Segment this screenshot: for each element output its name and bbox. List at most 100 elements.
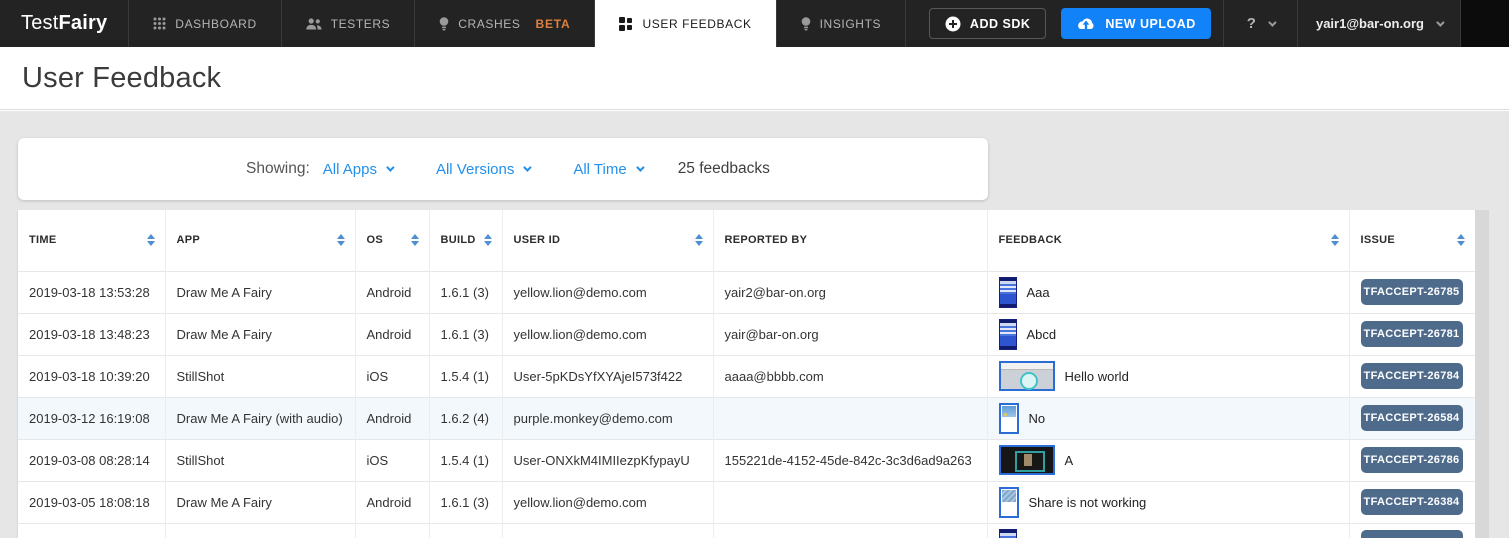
cell-feedback: A bbox=[987, 439, 1349, 481]
cell-feedback: No bbox=[987, 397, 1349, 439]
issue-badge[interactable] bbox=[1361, 530, 1463, 538]
nav-item-dashboard[interactable]: DASHBOARD bbox=[128, 0, 280, 47]
feedback-screenshot-thumbnail[interactable] bbox=[999, 487, 1019, 518]
cell-reported-by bbox=[713, 481, 987, 523]
time-filter-dropdown[interactable]: All Time bbox=[573, 161, 641, 178]
nav-item-user-feedback[interactable]: USER FEEDBACK bbox=[594, 0, 775, 47]
chevron-down-icon bbox=[1436, 18, 1444, 26]
column-header-issue[interactable]: ISSUE bbox=[1349, 210, 1475, 271]
column-header-app[interactable]: APP bbox=[165, 210, 355, 271]
issue-badge[interactable]: TFACCEPT-26784 bbox=[1361, 363, 1463, 389]
cell-os: iOS bbox=[355, 355, 429, 397]
issue-badge[interactable]: TFACCEPT-26786 bbox=[1361, 447, 1463, 473]
squares-icon bbox=[619, 17, 633, 31]
user-email: yair1@bar-on.org bbox=[1316, 16, 1424, 31]
chevron-down-icon bbox=[386, 163, 394, 171]
nav-item-label: TESTERS bbox=[331, 17, 391, 31]
table-row[interactable]: 2019-03-18 13:48:23 Draw Me A Fairy Andr… bbox=[18, 313, 1475, 355]
nav-item-label: USER FEEDBACK bbox=[642, 17, 751, 31]
user-menu[interactable]: yair1@bar-on.org bbox=[1297, 0, 1460, 47]
cell-app bbox=[165, 523, 355, 538]
chevron-down-icon bbox=[636, 163, 644, 171]
cell-os: Android bbox=[355, 313, 429, 355]
feedback-screenshot-thumbnail[interactable] bbox=[999, 361, 1055, 391]
issue-badge[interactable]: TFACCEPT-26781 bbox=[1361, 321, 1463, 347]
table-row[interactable]: 2019-03-12 16:19:08 Draw Me A Fairy (wit… bbox=[18, 397, 1475, 439]
column-header-time[interactable]: TIME bbox=[18, 210, 165, 271]
nav-item-crashes[interactable]: CRASHES BETA bbox=[414, 0, 594, 47]
feedback-screenshot-thumbnail[interactable] bbox=[999, 403, 1019, 434]
sort-icon[interactable] bbox=[695, 234, 703, 246]
issue-badge[interactable]: TFACCEPT-26785 bbox=[1361, 279, 1463, 305]
column-header-label: TIME bbox=[29, 234, 56, 246]
nav-actions: ADD SDK NEW UPLOAD ? yair1@bar-on.org bbox=[929, 0, 1509, 47]
title-bar: User Feedback bbox=[0, 47, 1509, 110]
nav-item-label: INSIGHTS bbox=[820, 17, 881, 31]
nav-spacer bbox=[906, 0, 929, 47]
apps-filter-dropdown[interactable]: All Apps bbox=[323, 161, 392, 178]
add-sdk-button[interactable]: ADD SDK bbox=[929, 8, 1046, 39]
table-row[interactable]: 2019-03-05 18:08:18 Draw Me A Fairy Andr… bbox=[18, 481, 1475, 523]
cell-user-id: yellow.lion@demo.com bbox=[502, 481, 713, 523]
issue-badge[interactable]: TFACCEPT-26584 bbox=[1361, 405, 1463, 431]
content-area: Showing: All Apps All Versions All Time … bbox=[0, 111, 1509, 538]
new-upload-button[interactable]: NEW UPLOAD bbox=[1061, 8, 1210, 39]
table-row[interactable]: 2019-03-18 10:39:20 StillShot iOS 1.5.4 … bbox=[18, 355, 1475, 397]
cell-os: iOS bbox=[355, 439, 429, 481]
cell-user-id: purple.monkey@demo.com bbox=[502, 397, 713, 439]
feedback-screenshot-thumbnail[interactable] bbox=[999, 529, 1017, 538]
cell-time: 2019-03-18 13:48:23 bbox=[18, 313, 165, 355]
nav-item-testers[interactable]: TESTERS bbox=[281, 0, 415, 47]
cell-reported-by: 155221de-4152-45de-842c-3c3d6ad9a263 bbox=[713, 439, 987, 481]
column-header-user-id[interactable]: USER ID bbox=[502, 210, 713, 271]
sort-icon[interactable] bbox=[1457, 234, 1465, 246]
nav-end-block bbox=[1460, 0, 1509, 47]
column-header-feedback[interactable]: FEEDBACK bbox=[987, 210, 1349, 271]
cell-time: 2019-03-18 13:53:28 bbox=[18, 271, 165, 313]
feedback-screenshot-thumbnail[interactable] bbox=[999, 277, 1017, 308]
bulb-icon bbox=[801, 17, 811, 31]
table-row[interactable] bbox=[18, 523, 1475, 538]
cell-reported-by bbox=[713, 397, 987, 439]
cell-time bbox=[18, 523, 165, 538]
issue-badge[interactable]: TFACCEPT-26384 bbox=[1361, 489, 1463, 515]
sort-icon[interactable] bbox=[1331, 234, 1339, 246]
feedback-table: TIME APP OS BUILD USER ID REPORTED BY FE… bbox=[18, 210, 1475, 538]
table-row[interactable]: 2019-03-18 13:53:28 Draw Me A Fairy Andr… bbox=[18, 271, 1475, 313]
column-header-reported-by[interactable]: REPORTED BY bbox=[713, 210, 987, 271]
cell-user-id: yellow.lion@demo.com bbox=[502, 271, 713, 313]
cell-issue: TFACCEPT-26785 bbox=[1349, 271, 1475, 313]
cell-time: 2019-03-18 10:39:20 bbox=[18, 355, 165, 397]
cell-user-id: yellow.lion@demo.com bbox=[502, 313, 713, 355]
top-nav: TestFairy DASHBOARD TESTERS CRASHES BETA bbox=[0, 0, 1509, 47]
feedback-screenshot-thumbnail[interactable] bbox=[999, 445, 1055, 475]
sort-icon[interactable] bbox=[337, 234, 345, 246]
filter-bar: Showing: All Apps All Versions All Time … bbox=[18, 138, 988, 200]
versions-filter-dropdown[interactable]: All Versions bbox=[436, 161, 529, 178]
cell-feedback: Aaa bbox=[987, 271, 1349, 313]
feedback-table-container: TIME APP OS BUILD USER ID REPORTED BY FE… bbox=[18, 210, 1475, 538]
feedback-count: 25 feedbacks bbox=[678, 160, 770, 178]
column-header-label: APP bbox=[177, 234, 201, 246]
cell-issue: TFACCEPT-26784 bbox=[1349, 355, 1475, 397]
feedback-text: Hello world bbox=[1065, 369, 1129, 384]
sort-icon[interactable] bbox=[484, 234, 492, 246]
column-header-label: BUILD bbox=[441, 234, 476, 246]
nav-item-insights[interactable]: INSIGHTS bbox=[776, 0, 906, 47]
help-menu[interactable]: ? bbox=[1223, 0, 1297, 47]
column-header-build[interactable]: BUILD bbox=[429, 210, 502, 271]
sort-icon[interactable] bbox=[147, 234, 155, 246]
table-scrollbar-track[interactable] bbox=[1475, 210, 1489, 538]
cell-time: 2019-03-12 16:19:08 bbox=[18, 397, 165, 439]
testfairy-logo[interactable]: TestFairy bbox=[0, 0, 128, 47]
feedback-text: A bbox=[1065, 453, 1074, 468]
feedback-screenshot-thumbnail[interactable] bbox=[999, 319, 1017, 350]
column-header-label: REPORTED BY bbox=[725, 234, 808, 246]
column-header-os[interactable]: OS bbox=[355, 210, 429, 271]
cell-build: 1.6.1 (3) bbox=[429, 313, 502, 355]
sort-icon[interactable] bbox=[411, 234, 419, 246]
feedback-text: Abcd bbox=[1027, 327, 1057, 342]
table-row[interactable]: 2019-03-08 08:28:14 StillShot iOS 1.5.4 … bbox=[18, 439, 1475, 481]
nav-item-label: CRASHES bbox=[458, 17, 520, 31]
cell-os bbox=[355, 523, 429, 538]
